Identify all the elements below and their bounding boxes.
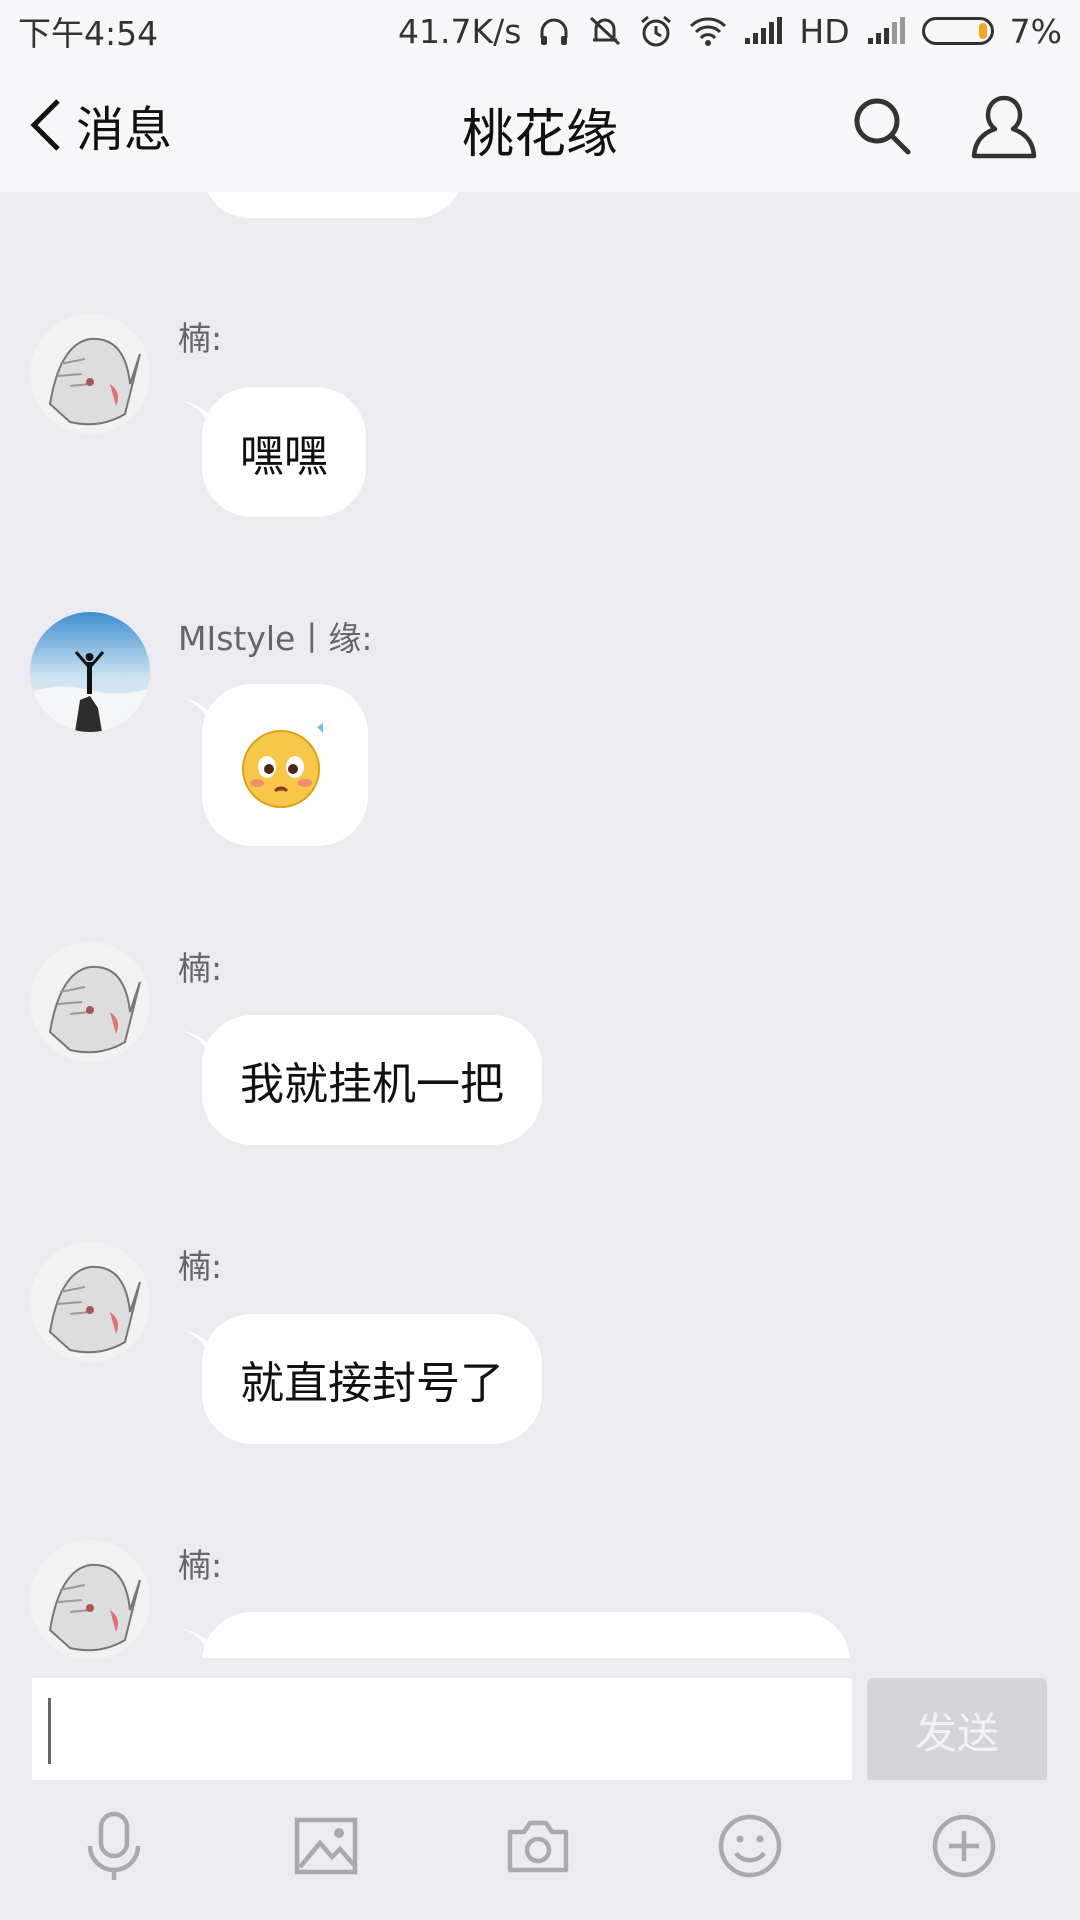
message-bubble[interactable]: 嘿嘿 (202, 387, 366, 517)
sender-name: 楠: (178, 1546, 223, 1585)
emoji-button[interactable] (714, 1810, 786, 1882)
message-bubble[interactable] (202, 684, 368, 846)
send-button[interactable]: 发送 (867, 1678, 1047, 1782)
alarm-icon (641, 15, 672, 47)
mute-bell-icon (590, 16, 621, 46)
signal-2-icon (867, 17, 905, 44)
shy-face-emoji (242, 723, 323, 808)
message-text: 我就挂机一把 (240, 1059, 504, 1110)
message-bubble[interactable]: 我就挂机一把 (202, 1015, 542, 1145)
message-list[interactable]: 楠: 嘿嘿 MIstyle丨缘: 楠: 我就挂机一把 楠: 就直接封号了 楠: (0, 192, 1080, 1658)
microphone-icon (87, 1811, 141, 1880)
emoji-icon (718, 1814, 782, 1878)
status-bar: 下午4:54 41.7K/s HD 7% (0, 0, 1080, 62)
image-icon (294, 1817, 358, 1875)
search-icon[interactable] (850, 94, 914, 158)
message-text: 嘿嘿 (240, 431, 328, 482)
message-text: 就直接封号了 (240, 1358, 504, 1409)
status-right: 41.7K/s HD 7% (398, 12, 1062, 51)
sender-name: 楠: (178, 1247, 223, 1286)
message-input[interactable] (32, 1678, 852, 1784)
message-bubble-partial[interactable] (202, 192, 464, 218)
avatar-nan[interactable] (30, 942, 150, 1062)
chat-screen: 下午4:54 41.7K/s HD 7% 消息 桃花缘 楠: 嘿嘿 MIstyl… (0, 0, 1080, 1920)
battery-icon (921, 17, 994, 45)
avatar-nan[interactable] (30, 1540, 150, 1658)
camera-button[interactable] (502, 1810, 574, 1882)
hd-badge: HD (799, 11, 850, 51)
avatar-nan[interactable] (30, 314, 150, 434)
signal-icon (745, 17, 783, 44)
wifi-icon (690, 17, 727, 46)
status-time: 下午4:54 (18, 14, 159, 53)
headphones-icon (540, 18, 568, 45)
network-speed: 41.7K/s (397, 11, 522, 51)
input-bar: 发送 (0, 1658, 1080, 1784)
sender-name: 楠: (178, 949, 223, 988)
message-bubble-partial[interactable] (202, 1612, 850, 1658)
page-title: 桃花缘 (461, 105, 618, 165)
plus-icon (932, 1814, 996, 1878)
text-cursor (48, 1698, 51, 1764)
avatar-nan[interactable] (30, 1242, 150, 1362)
camera-icon (507, 1820, 569, 1873)
battery-percent: 7% (1009, 11, 1062, 51)
message-bubble[interactable]: 就直接封号了 (202, 1314, 542, 1444)
group-profile-icon[interactable] (970, 94, 1038, 160)
nav-bar: 消息 桃花缘 (0, 62, 1080, 192)
plus-button[interactable] (928, 1810, 1000, 1882)
input-toolbar (0, 1780, 1080, 1920)
sender-name: 楠: (178, 319, 223, 358)
microphone-button[interactable] (78, 1810, 150, 1882)
sender-name: MIstyle丨缘: (178, 619, 373, 658)
avatar-mistyle[interactable] (30, 612, 150, 732)
image-button[interactable] (290, 1810, 362, 1882)
